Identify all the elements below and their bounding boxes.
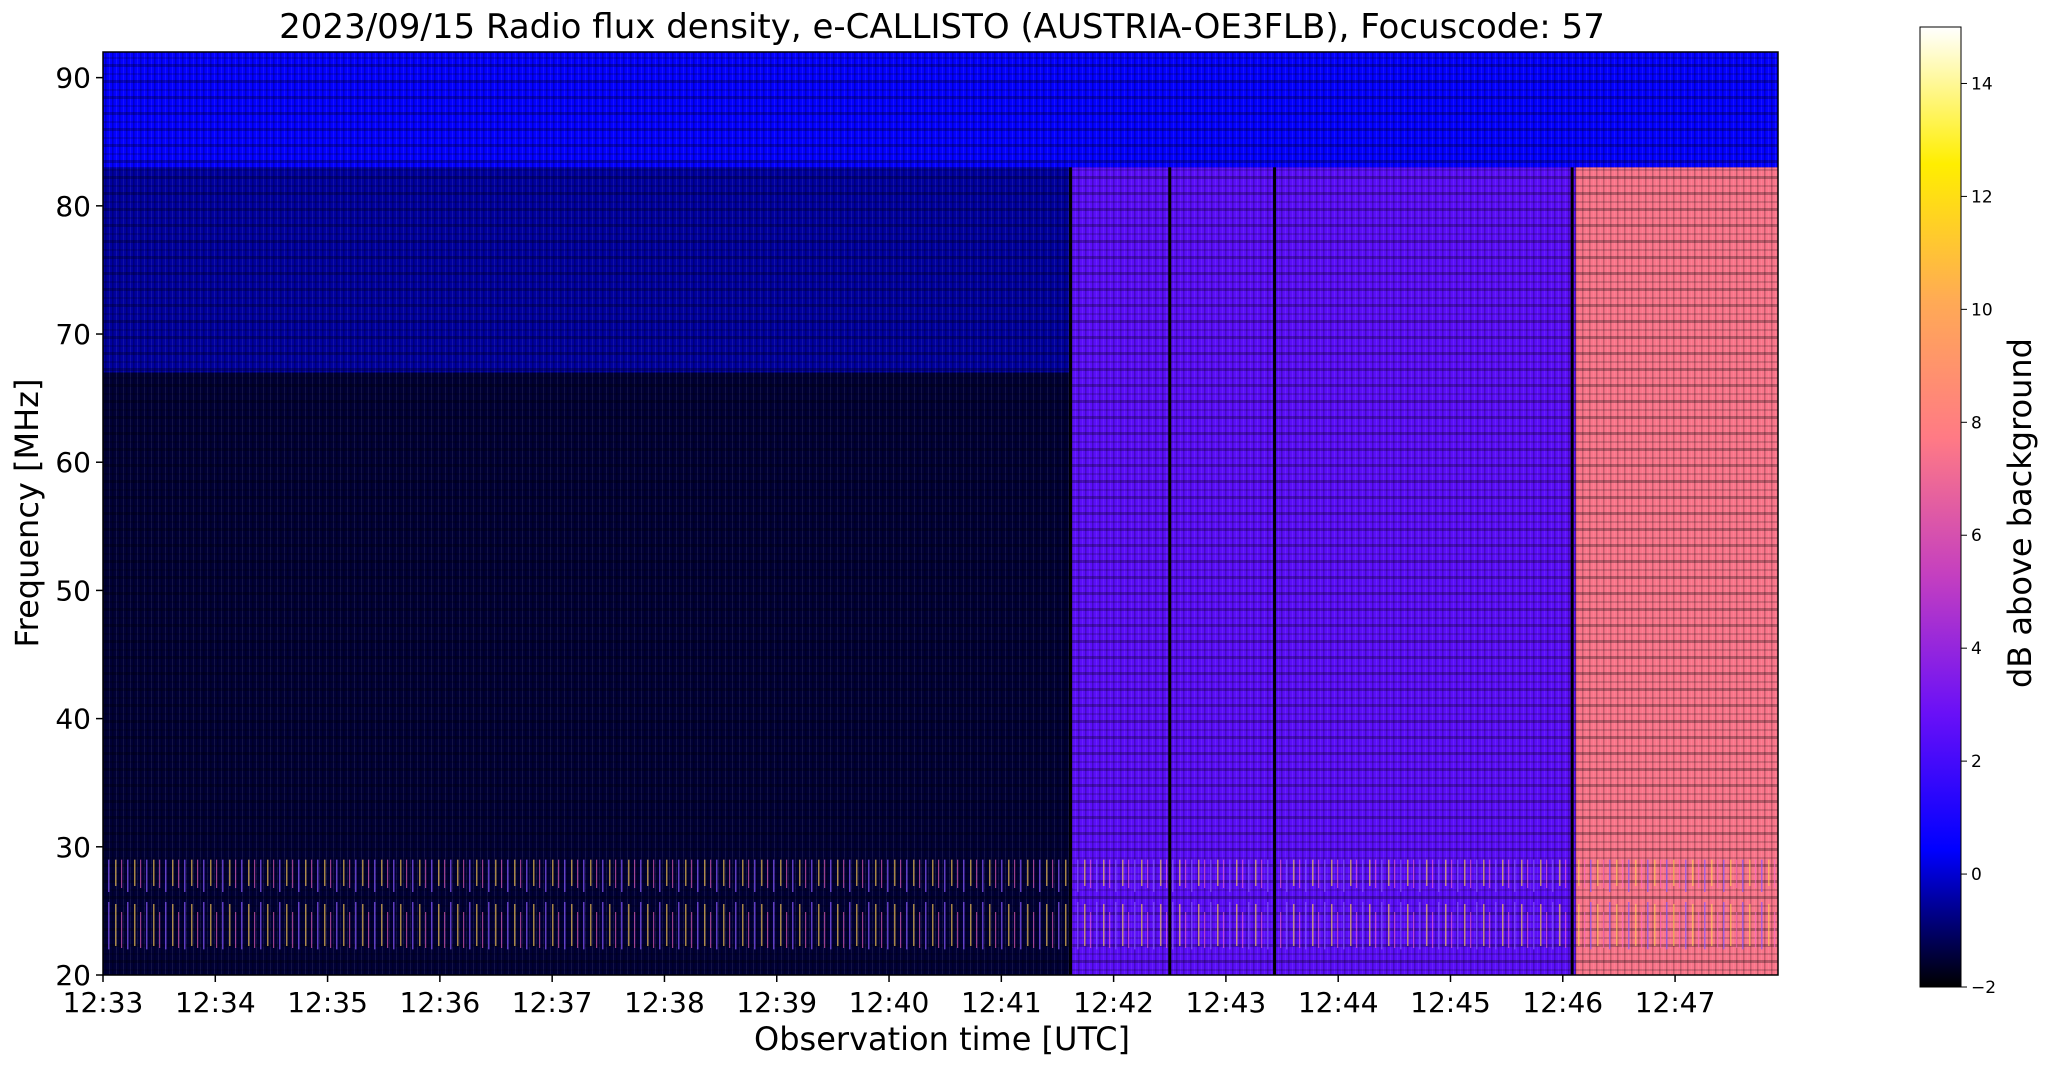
y-axis-label: Frequency [MHz] bbox=[8, 379, 46, 648]
colorbar-tick-label: 2 bbox=[1971, 752, 1982, 772]
colorbar-tick-label: 0 bbox=[1971, 865, 1982, 885]
x-tick-label: 12:38 bbox=[624, 986, 705, 1019]
colorbar-tick-label: −2 bbox=[1971, 978, 1996, 998]
frequency-stripe-overlay bbox=[103, 52, 1778, 975]
x-tick-label: 12:44 bbox=[1298, 986, 1379, 1019]
x-tick-label: 12:46 bbox=[1522, 986, 1603, 1019]
x-tick-label: 12:34 bbox=[175, 986, 256, 1019]
x-tick-label: 12:37 bbox=[512, 986, 593, 1019]
colorbar-gradient bbox=[1919, 26, 1962, 988]
y-tick-label: 60 bbox=[55, 446, 91, 479]
x-axis: 12:33 12:34 12:35 12:36 12:37 12:38 12:39 12:40… bbox=[63, 975, 1716, 1019]
y-tick-label: 30 bbox=[55, 831, 91, 864]
plot-area bbox=[102, 51, 1779, 976]
y-tick-label: 20 bbox=[55, 959, 91, 992]
colorbar-tick-label: 10 bbox=[1971, 300, 1993, 320]
x-tick-label: 12:41 bbox=[961, 986, 1042, 1019]
y-tick-label: 50 bbox=[55, 574, 91, 607]
y-tick-label: 40 bbox=[55, 703, 91, 736]
colorbar-tick-label: 12 bbox=[1971, 187, 1993, 207]
colorbar: −2 0 2 4 6 8 10 12 14 bbox=[1919, 26, 1996, 998]
spectrogram-chart: 2023/09/15 Radio flux density, e-CALLIST… bbox=[8, 7, 2039, 1058]
colorbar-tick-label: 8 bbox=[1971, 413, 1982, 433]
y-tick-label: 70 bbox=[55, 318, 91, 351]
colorbar-tick-label: 4 bbox=[1971, 639, 1982, 659]
colorbar-tick-label: 14 bbox=[1971, 74, 1993, 94]
x-tick-label: 12:40 bbox=[849, 986, 930, 1019]
x-tick-label: 12:42 bbox=[1073, 986, 1154, 1019]
y-axis: 20 30 40 50 60 70 80 90 bbox=[55, 62, 103, 992]
x-tick-label: 12:36 bbox=[400, 986, 481, 1019]
y-tick-label: 80 bbox=[55, 190, 91, 223]
chart-title: 2023/09/15 Radio flux density, e-CALLIST… bbox=[279, 7, 1605, 47]
x-tick-label: 12:47 bbox=[1635, 986, 1716, 1019]
x-tick-label: 12:45 bbox=[1410, 986, 1491, 1019]
colorbar-label: dB above background bbox=[2001, 338, 2039, 688]
colorbar-tick-label: 6 bbox=[1971, 526, 1982, 546]
interference-band bbox=[103, 859, 1778, 950]
x-tick-label: 12:39 bbox=[736, 986, 817, 1019]
x-tick-label: 12:35 bbox=[287, 986, 368, 1019]
y-tick-label: 90 bbox=[55, 62, 91, 95]
x-tick-label: 12:43 bbox=[1186, 986, 1267, 1019]
x-axis-label: Observation time [UTC] bbox=[754, 1020, 1130, 1058]
